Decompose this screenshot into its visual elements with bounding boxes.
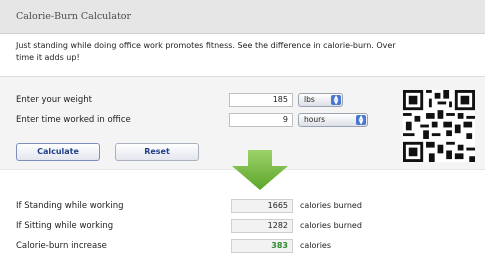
hours-unit-value: hours (304, 115, 326, 124)
increase-unit: calories (300, 241, 332, 250)
select-arrows-icon: ▲ ▼ (331, 95, 341, 106)
weight-unit-select[interactable]: lbs ▲ ▼ (298, 93, 343, 107)
weight-unit-value: lbs (304, 95, 315, 104)
intro-text: Just standing while doing office work pr… (16, 40, 484, 64)
weight-label: Enter your weight (16, 95, 92, 105)
sitting-unit: calories burned (300, 221, 362, 230)
hours-unit-select[interactable]: hours ▲ ▼ (298, 113, 368, 127)
qr-code-icon (403, 90, 475, 165)
header-bar: Calorie-Burn Calculator (0, 0, 485, 34)
standing-result: 1665 (231, 199, 293, 213)
sitting-result: 1282 (231, 219, 293, 233)
standing-label: If Standing while working (16, 201, 124, 211)
calculate-button[interactable]: Calculate (16, 143, 100, 161)
increase-result: 383 (231, 239, 293, 253)
hours-input[interactable]: 9 (229, 113, 293, 127)
intro-line-1: Just standing while doing office work pr… (16, 41, 396, 50)
sitting-label: If Sitting while working (16, 221, 114, 231)
hours-label: Enter time worked in office (16, 115, 131, 125)
reset-button[interactable]: Reset (115, 143, 199, 161)
intro-line-2: time it adds up! (16, 53, 80, 62)
select-arrows-icon: ▲ ▼ (356, 115, 366, 126)
down-arrow-icon (230, 150, 290, 193)
page-title: Calorie-Burn Calculator (16, 11, 132, 22)
weight-input[interactable]: 185 (229, 93, 293, 107)
increase-label: Calorie-burn increase (16, 241, 107, 251)
standing-unit: calories burned (300, 201, 362, 210)
